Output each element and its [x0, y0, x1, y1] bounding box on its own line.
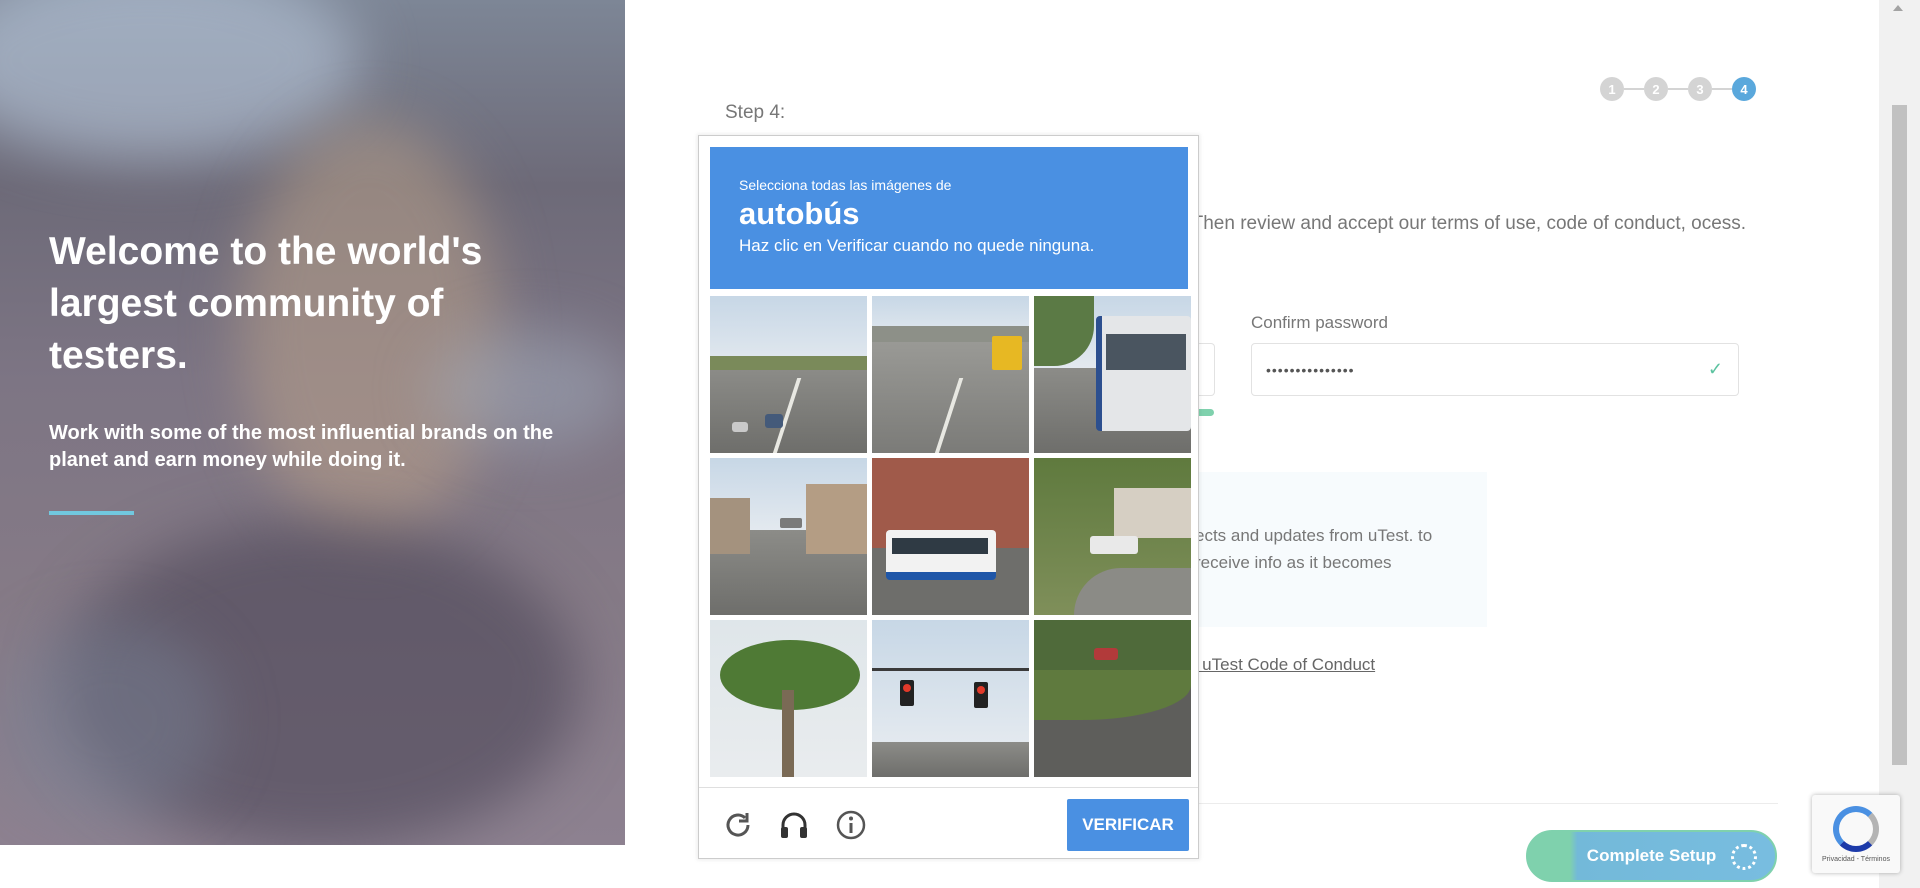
car-shape	[1094, 648, 1118, 660]
step-connector	[1712, 88, 1732, 90]
step-3: 3	[1688, 77, 1712, 101]
confirm-password-field[interactable]: ••••••••••••••• ✓	[1251, 343, 1739, 396]
captcha-header: Selecciona todas las imágenes de autobús…	[710, 147, 1188, 289]
hero-title: Welcome to the world's largest community…	[49, 230, 483, 377]
form-divider	[1160, 803, 1778, 804]
reload-icon[interactable]	[722, 809, 754, 841]
complete-setup-button[interactable]: Complete Setup	[1526, 830, 1777, 882]
captcha-tile-city-bus[interactable]	[872, 458, 1029, 615]
truck-shape	[1090, 536, 1138, 554]
checkmark-icon: ✓	[1707, 359, 1724, 379]
hero-subtitle: Work with some of the most influential b…	[49, 422, 554, 471]
captcha-dialog: Selecciona todas las imágenes de autobús…	[698, 135, 1199, 859]
captcha-tile-house-truck[interactable]	[1034, 458, 1191, 615]
captcha-note: Haz clic en Verificar cuando no quede ni…	[739, 236, 1095, 255]
captcha-tile-city-intersection[interactable]	[710, 458, 867, 615]
step-connector	[1668, 88, 1688, 90]
captcha-tile-traffic-lights[interactable]	[872, 620, 1029, 777]
recaptcha-logo-icon	[1833, 805, 1879, 852]
scroll-up-arrow-icon[interactable]	[1893, 5, 1903, 11]
captcha-footer: VERIFICAR	[699, 787, 1198, 859]
captcha-image-grid	[710, 296, 1191, 777]
bus-shape	[992, 336, 1022, 370]
captcha-tile-highway-overpass-bus[interactable]	[872, 296, 1029, 453]
captcha-target-word: autobús	[739, 196, 860, 231]
step-progress: 1 2 3 4	[1600, 77, 1756, 101]
recaptcha-badge[interactable]: Privacidad - Términos	[1812, 795, 1900, 873]
hero-divider	[49, 511, 134, 515]
step-connector	[1624, 88, 1644, 90]
car-shape	[732, 422, 748, 432]
complete-setup-label: Complete Setup	[1586, 846, 1717, 865]
captcha-instruction: Selecciona todas las imágenes de	[739, 177, 952, 193]
step-1: 1	[1600, 77, 1624, 101]
captcha-tile-street-car[interactable]	[1034, 620, 1191, 777]
hero-background-lake	[0, 620, 220, 820]
info-icon[interactable]	[835, 809, 867, 841]
step-label: Step 4:	[725, 102, 786, 123]
recaptcha-terms[interactable]: Privacidad - Términos	[1822, 856, 1890, 863]
car-shape	[765, 414, 783, 428]
confirm-password-value: •••••••••••••••	[1266, 361, 1355, 378]
page-scrollbar[interactable]	[1879, 0, 1920, 888]
captcha-tile-highway-cars[interactable]	[710, 296, 867, 453]
captcha-tile-palm-tree[interactable]	[710, 620, 867, 777]
headphones-icon[interactable]	[778, 809, 810, 841]
verify-button[interactable]: VERIFICAR	[1067, 799, 1189, 851]
step-2: 2	[1644, 77, 1668, 101]
loading-spinner-icon	[1731, 844, 1757, 870]
captcha-tile-bus-side[interactable]	[1034, 296, 1191, 453]
scrollbar-thumb[interactable]	[1892, 105, 1907, 765]
intro-text: unt. Then review and accept our terms of…	[1155, 213, 1747, 234]
newsletter-text: ects and updates from uTest. to receive …	[1195, 526, 1433, 572]
step-4: 4	[1732, 77, 1756, 101]
code-of-conduct-link[interactable]: e uTest Code of Conduct	[1188, 655, 1375, 675]
hero-panel: Welcome to the world's largest community…	[0, 0, 625, 845]
hero-background-sky	[0, 0, 360, 160]
confirm-password-label: Confirm password	[1251, 313, 1388, 332]
car-shape	[780, 518, 802, 528]
